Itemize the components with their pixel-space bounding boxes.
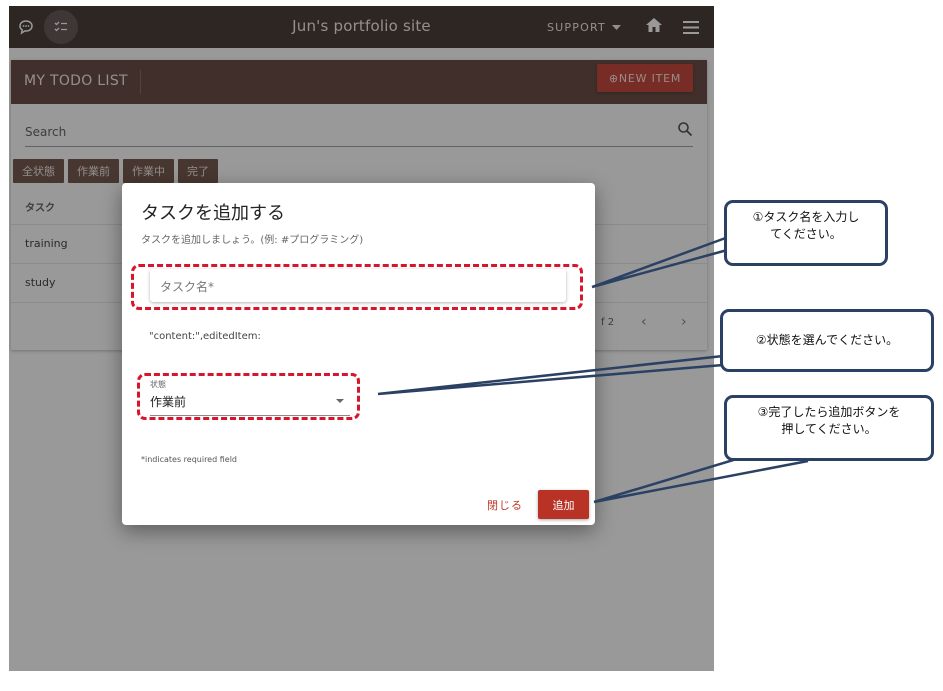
callout-enter-task-name: ①タスク名を入力し てください。	[724, 200, 888, 266]
callout-text: てください。	[770, 227, 842, 241]
callout-text: 押してください。	[781, 422, 877, 436]
callout-select-status: ②状態を選んでください。	[720, 309, 934, 372]
callout-text: ①タスク名を入力し	[752, 210, 860, 224]
callout-text: ③完了したら追加ボタンを	[757, 405, 901, 419]
callout-press-add: ③完了したら追加ボタンを 押してください。	[724, 395, 934, 461]
callout-text: ②状態を選んでください。	[755, 333, 899, 347]
